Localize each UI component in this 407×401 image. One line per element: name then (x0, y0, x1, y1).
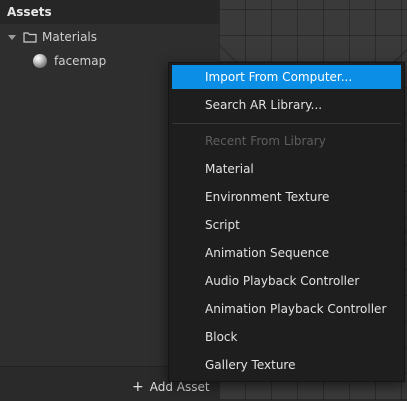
expand-caret-icon[interactable] (8, 35, 16, 40)
folder-icon (23, 32, 37, 43)
menu-item-label: Audio Playback Controller (205, 274, 360, 288)
menu-item-import-from-computer[interactable]: Import From Computer... (172, 65, 401, 89)
tree-item-materials[interactable]: Materials (0, 26, 219, 48)
menu-item-script[interactable]: Script (172, 213, 401, 237)
menu-item-animation-sequence[interactable]: Animation Sequence (172, 241, 401, 265)
menu-item-label: Import From Computer... (205, 70, 353, 84)
menu-item-label: Recent From Library (205, 134, 326, 148)
assets-panel-header: Assets (0, 0, 219, 24)
panel-title: Assets (7, 5, 52, 19)
menu-item-label: Search AR Library... (205, 98, 323, 112)
add-asset-menu: Import From Computer... Search AR Librar… (168, 62, 405, 382)
plus-icon: + (132, 379, 144, 395)
menu-item-label: Animation Sequence (205, 246, 330, 260)
menu-item-label: Environment Texture (205, 190, 330, 204)
menu-item-label: Material (205, 162, 254, 176)
menu-item-search-ar-library[interactable]: Search AR Library... (172, 93, 401, 117)
menu-item-label: Script (205, 218, 240, 232)
material-sphere-icon (33, 54, 47, 68)
menu-item-audio-playback-controller[interactable]: Audio Playback Controller (172, 269, 401, 293)
add-asset-label: Add Asset (149, 380, 210, 394)
menu-item-environment-texture[interactable]: Environment Texture (172, 185, 401, 209)
menu-item-recent-from-library: Recent From Library (172, 129, 401, 153)
menu-item-material[interactable]: Material (172, 157, 401, 181)
menu-item-label: Animation Playback Controller (205, 302, 387, 316)
menu-item-block[interactable]: Block (172, 325, 401, 349)
menu-item-gallery-texture[interactable]: Gallery Texture (172, 353, 401, 377)
tree-item-label: Materials (42, 30, 98, 44)
menu-item-animation-playback-controller[interactable]: Animation Playback Controller (172, 297, 401, 321)
menu-separator (172, 123, 401, 124)
menu-item-label: Block (205, 330, 238, 344)
menu-item-label: Gallery Texture (205, 358, 296, 372)
tree-item-label: facemap (54, 54, 107, 68)
